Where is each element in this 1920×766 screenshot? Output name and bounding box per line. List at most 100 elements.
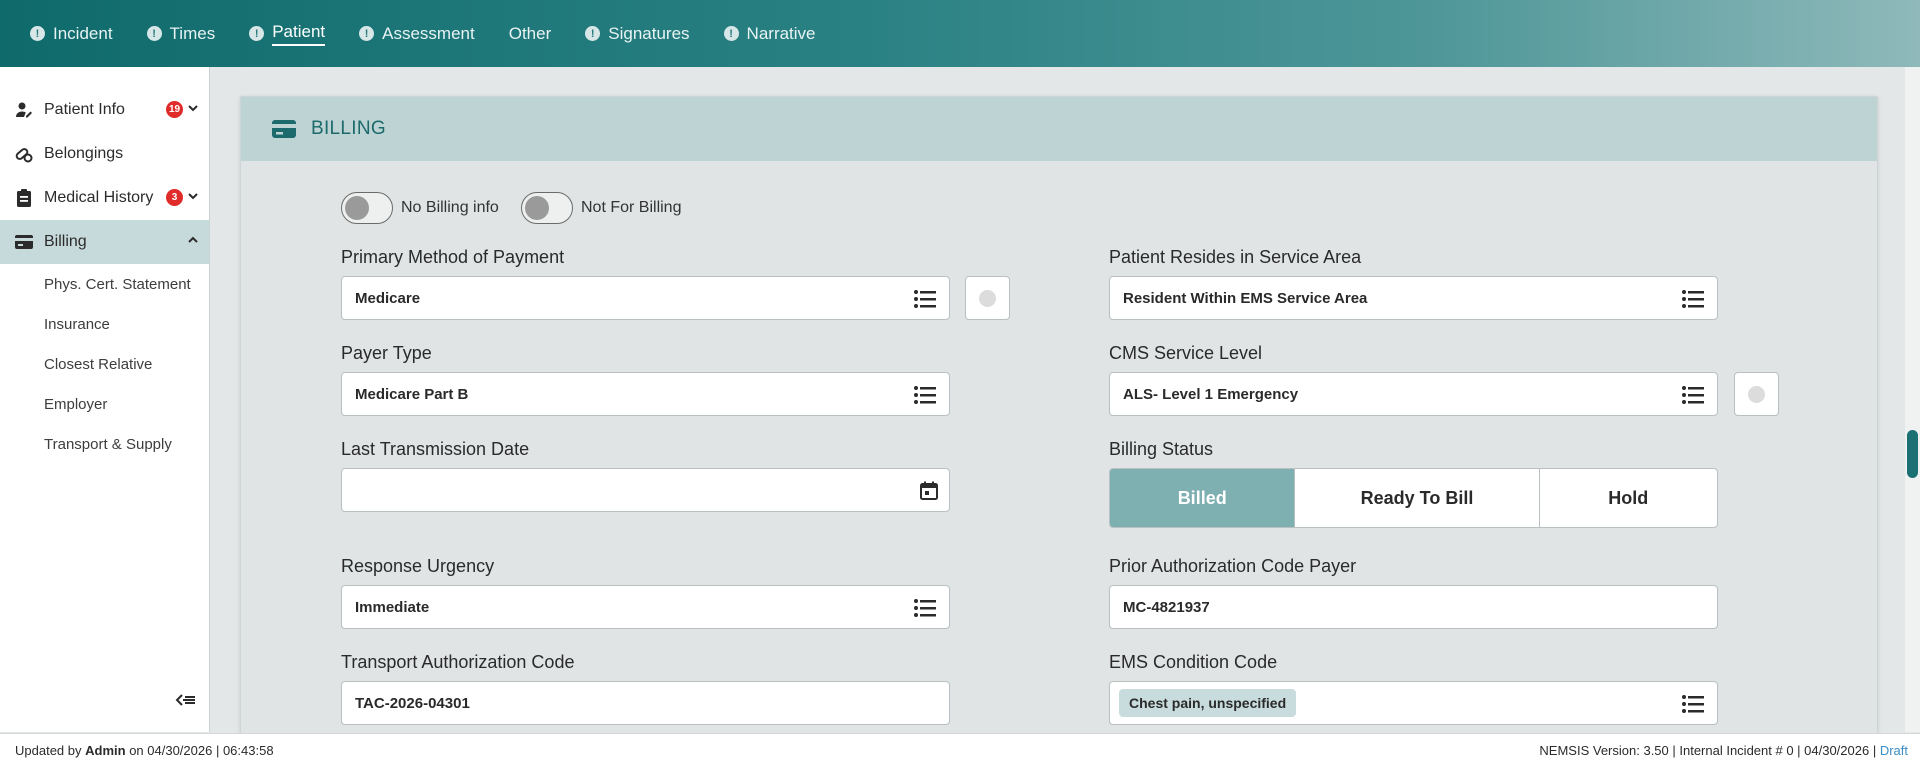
no-billing-label: No Billing info [401, 199, 499, 216]
sidebar-item-patient-info[interactable]: Patient Info 19 [0, 88, 209, 132]
tab-narrative[interactable]: ! Narrative [723, 19, 816, 49]
sidebar: Patient Info 19 Belongings Medical Histo… [0, 67, 210, 732]
collapse-sidebar-icon[interactable] [175, 692, 197, 708]
sidebar-subitem-insurance[interactable]: Insurance [0, 304, 209, 344]
cms-level-radio[interactable] [1734, 372, 1779, 416]
primary-method-radio[interactable] [965, 276, 1010, 320]
sidebar-item-medical-history[interactable]: Medical History 3 [0, 176, 209, 220]
alert-count-badge: 19 [166, 101, 183, 118]
panel-header: BILLING [241, 97, 1877, 161]
chevron-down-icon[interactable] [186, 101, 200, 115]
field-value: TAC-2026-04301 [355, 694, 470, 712]
billing-panel: BILLING No Billing info Not For Billing … [240, 96, 1878, 736]
field-value: Resident Within EMS Service Area [1123, 289, 1368, 307]
version-info: NEMSIS Version: 3.50 | Internal Incident… [1539, 743, 1908, 758]
list-icon[interactable] [1681, 384, 1705, 406]
warning-icon: ! [723, 26, 739, 41]
sidebar-item-belongings[interactable]: Belongings [0, 132, 209, 176]
sidebar-item-billing[interactable]: Billing [0, 220, 209, 264]
updated-info: Updated by Admin on 04/30/2026 | 06:43:5… [15, 743, 274, 758]
prior-auth-field[interactable]: MC-4821937 [1109, 585, 1718, 629]
credit-card-icon [14, 232, 34, 252]
footer: Updated by Admin on 04/30/2026 | 06:43:5… [0, 733, 1920, 766]
not-for-billing-label: Not For Billing [581, 199, 682, 216]
response-urgency-label: Response Urgency [341, 556, 495, 576]
updated-timestamp: on 04/30/2026 | 06:43:58 [129, 742, 274, 758]
list-icon[interactable] [1681, 288, 1705, 310]
top-nav: ! Incident ! Times ! Patient ! Assessment Ot… [0, 0, 1920, 67]
calendar-icon[interactable] [919, 481, 939, 501]
field-value: Immediate [355, 598, 430, 616]
sidebar-item-label: Medical History [44, 189, 154, 206]
ems-condition-label: EMS Condition Code [1109, 652, 1278, 672]
sidebar-subitem-employer[interactable]: Employer [0, 384, 209, 424]
sidebar-item-label: Belongings [44, 145, 124, 162]
primary-method-label: Primary Method of Payment [341, 247, 565, 267]
sidebar-item-label: Patient Info [44, 101, 125, 118]
field-value: MC-4821937 [1123, 598, 1210, 616]
scrollbar-thumb[interactable] [1907, 430, 1918, 478]
chevron-up-icon[interactable] [186, 233, 200, 247]
list-icon[interactable] [913, 384, 937, 406]
billing-status-billed[interactable]: Billed [1110, 469, 1296, 527]
tab-label: Other [508, 23, 552, 43]
prior-auth-label: Prior Authorization Code Payer [1109, 556, 1357, 576]
credit-card-icon [272, 120, 296, 138]
updated-prefix: Updated by [15, 742, 82, 758]
cms-level-field[interactable]: ALS- Level 1 Emergency [1109, 372, 1718, 416]
tab-label: Incident [53, 23, 113, 43]
tab-assessment[interactable]: ! Assessment [359, 19, 475, 49]
transport-auth-label: Transport Authorization Code [341, 652, 575, 672]
tab-label: Times [169, 23, 216, 43]
tab-label: Narrative [746, 23, 816, 43]
primary-method-field[interactable]: Medicare [341, 276, 950, 320]
tab-label: Signatures [608, 23, 690, 43]
list-icon[interactable] [913, 597, 937, 619]
warning-icon: ! [30, 26, 45, 41]
alert-count-badge: 3 [166, 189, 183, 206]
billing-status-label: Billing Status [1109, 439, 1214, 459]
field-value: Medicare [355, 289, 421, 307]
billing-status-hold[interactable]: Hold [1540, 469, 1717, 527]
warning-icon: ! [249, 26, 265, 41]
pills-icon [14, 144, 34, 164]
list-icon[interactable] [913, 288, 937, 310]
tab-incident[interactable]: ! Incident [30, 19, 113, 49]
no-billing-toggle[interactable] [341, 192, 393, 224]
sidebar-subitem-closest-relative[interactable]: Closest Relative [0, 344, 209, 384]
last-transmission-label: Last Transmission Date [341, 439, 530, 459]
user-edit-icon [14, 100, 34, 120]
tab-times[interactable]: ! Times [146, 19, 216, 49]
list-icon[interactable] [1681, 693, 1705, 715]
tab-patient[interactable]: ! Patient [249, 19, 326, 49]
payer-type-field[interactable]: Medicare Part B [341, 372, 950, 416]
nemsis-info: NEMSIS Version: 3.50 | Internal Incident… [1539, 742, 1877, 758]
scrollbar-track[interactable] [1905, 67, 1920, 732]
cms-level-label: CMS Service Level [1109, 343, 1263, 363]
resides-label: Patient Resides in Service Area [1109, 247, 1362, 267]
ems-condition-field[interactable]: Chest pain, unspecified [1109, 681, 1718, 725]
response-urgency-field[interactable]: Immediate [341, 585, 950, 629]
clipboard-icon [14, 188, 34, 208]
billing-status-ready[interactable]: Ready To Bill [1295, 469, 1540, 527]
tab-label: Patient [272, 22, 326, 46]
billing-status-segmented: Billed Ready To Bill Hold [1109, 468, 1718, 528]
tab-label: Assessment [382, 23, 475, 43]
not-for-billing-toggle[interactable] [521, 192, 573, 224]
updated-user: Admin [85, 742, 126, 758]
resides-field[interactable]: Resident Within EMS Service Area [1109, 276, 1718, 320]
last-transmission-field[interactable] [341, 468, 950, 512]
field-value: Medicare Part B [355, 385, 469, 403]
warning-icon: ! [146, 26, 162, 41]
transport-auth-field[interactable]: TAC-2026-04301 [341, 681, 950, 725]
sidebar-subitem-phys-cert[interactable]: Phys. Cert. Statement [0, 264, 209, 304]
chevron-down-icon[interactable] [186, 189, 200, 203]
sidebar-subitem-transport-supply[interactable]: Transport & Supply [0, 424, 209, 464]
tab-other[interactable]: Other [509, 19, 552, 49]
status-draft-link[interactable]: Draft [1880, 743, 1908, 758]
warning-icon: ! [585, 26, 601, 41]
payer-type-label: Payer Type [341, 343, 432, 363]
tab-signatures[interactable]: ! Signatures [585, 19, 690, 49]
condition-chip[interactable]: Chest pain, unspecified [1119, 689, 1297, 717]
panel-title: BILLING [311, 118, 386, 139]
